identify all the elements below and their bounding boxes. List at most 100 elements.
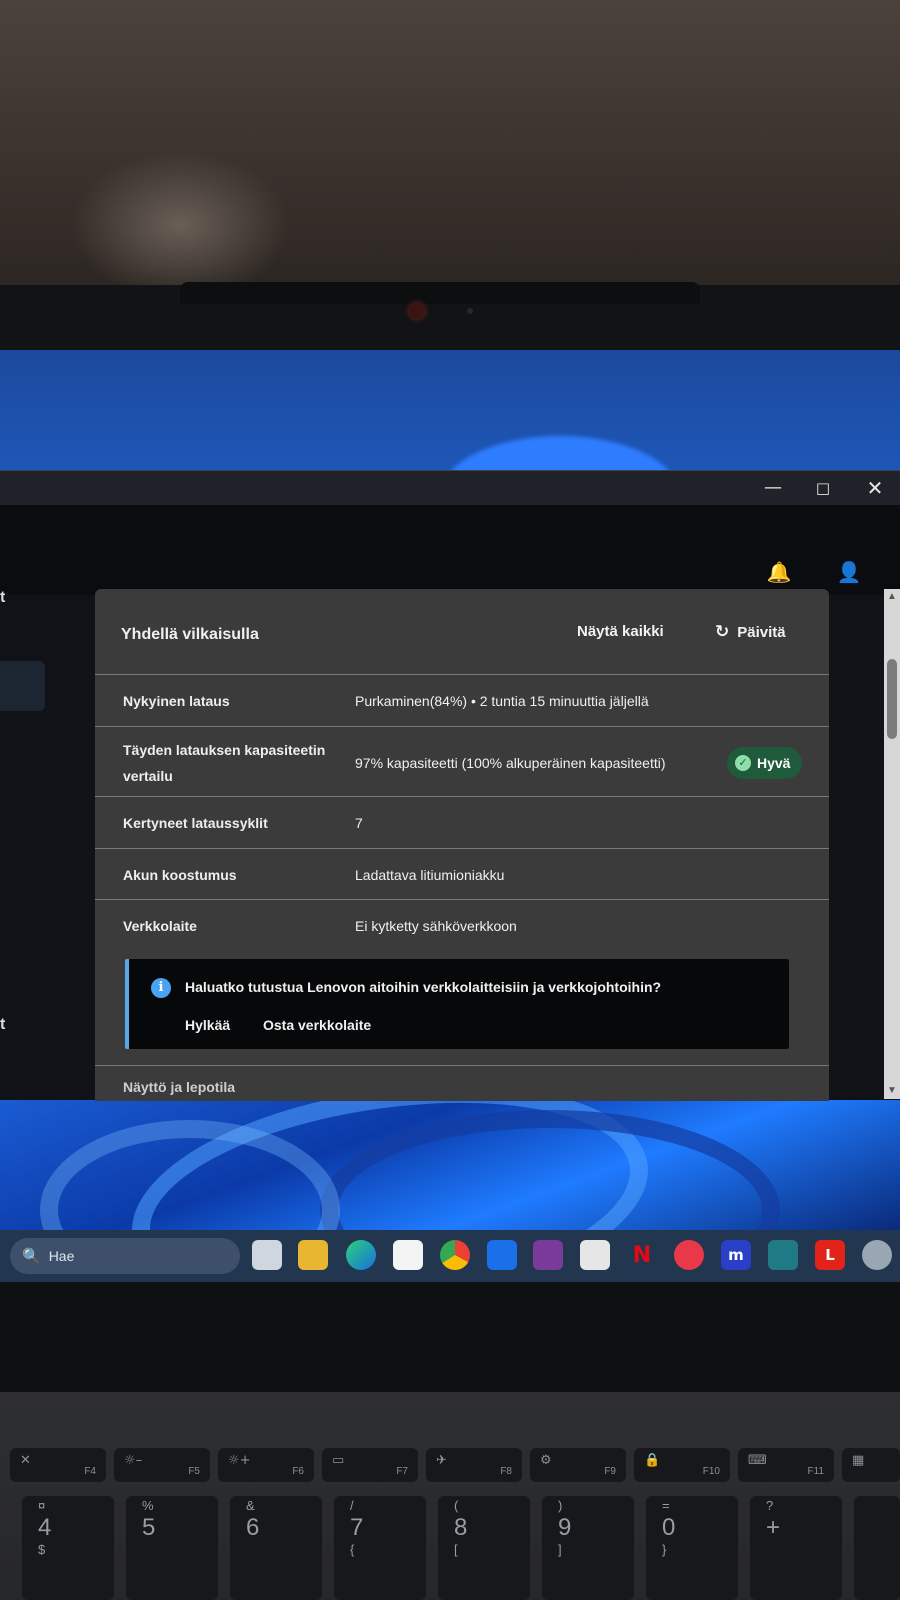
key-symbol: ( xyxy=(454,1498,459,1513)
mic-mute-icon: ✕ xyxy=(20,1453,31,1468)
row-label: Verkkolaite xyxy=(123,918,197,934)
keyboard-icon: ⌨ xyxy=(748,1453,767,1468)
close-icon[interactable]: ✕ xyxy=(862,475,888,501)
row-label: Akun koostumus xyxy=(123,867,237,883)
app-icon[interactable] xyxy=(580,1240,610,1270)
maximize-icon[interactable]: □ xyxy=(810,475,836,501)
key-f5[interactable]: ☼– F5 xyxy=(114,1448,210,1482)
row-value: Ladattava litiumioniakku xyxy=(355,867,505,883)
show-all-link[interactable]: Näytä kaikki xyxy=(577,623,664,640)
search-box[interactable]: 🔍 Hae xyxy=(10,1238,240,1274)
wallpaper-top xyxy=(0,350,900,470)
key-f7[interactable]: ▭ F7 xyxy=(322,1448,418,1482)
key-label: F7 xyxy=(396,1466,408,1477)
key-label: F5 xyxy=(188,1466,200,1477)
divider xyxy=(95,1065,829,1066)
keyboard-deck: ✕ F4 ☼– F5 ☼+ F6 ▭ F7 ✈ F8 ⚙ F9 🔒 F10 ⌨ … xyxy=(0,1392,900,1600)
airplane-icon: ✈ xyxy=(436,1453,447,1468)
refresh-icon: ↻ xyxy=(715,622,730,642)
file-explorer-icon[interactable] xyxy=(298,1240,328,1270)
reject-button[interactable]: Hylkää xyxy=(185,1017,230,1033)
buy-adapter-button[interactable]: Osta verkkolaite xyxy=(263,1017,371,1033)
card-header: Yhdellä vilkaisulla Näytä kaikki ↻ Päivi… xyxy=(95,589,829,675)
next-section-title[interactable]: Näyttö ja lepotila xyxy=(123,1079,235,1095)
sidebar-heading-fragment: t xyxy=(0,589,6,606)
settings-icon[interactable] xyxy=(862,1240,892,1270)
brightness-down-icon: ☼– xyxy=(124,1453,143,1468)
lenovo-vantage-window: — □ ✕ 🔔 👤 t t Yhdellä vilkaisulla Näytä … xyxy=(0,470,900,1101)
user-icon[interactable]: 👤 xyxy=(836,559,862,585)
search-placeholder: Hae xyxy=(48,1248,75,1264)
scroll-thumb[interactable] xyxy=(887,659,897,739)
disney-icon[interactable] xyxy=(768,1240,798,1270)
lock-icon: 🔒 xyxy=(644,1453,661,1468)
key-number: 5 xyxy=(142,1514,156,1541)
row-label: Kertyneet lataussyklit xyxy=(123,815,268,831)
status-badge: ✓ Hyvä xyxy=(727,747,803,779)
row-charge-cycles: Kertyneet lataussyklit 7 xyxy=(95,797,829,849)
gear-icon: ⚙ xyxy=(540,1453,552,1468)
sensor-icon xyxy=(467,308,473,314)
key-symbol: & xyxy=(246,1498,255,1513)
refresh-label: Päivitä xyxy=(737,623,786,641)
key-symbol: / xyxy=(350,1498,354,1513)
key-6[interactable]: & 6 xyxy=(230,1496,322,1600)
laptop-bezel-notch xyxy=(180,282,700,304)
row-label: Nykyinen lataus xyxy=(123,693,230,709)
key-f8[interactable]: ✈ F8 xyxy=(426,1448,522,1482)
key-9[interactable]: ) 9 ] xyxy=(542,1496,634,1600)
sidebar-item-active[interactable] xyxy=(0,661,45,711)
key-0[interactable]: = 0 } xyxy=(646,1496,738,1600)
info-icon: i xyxy=(151,978,171,998)
key-label: F10 xyxy=(702,1466,720,1477)
minimize-icon[interactable]: — xyxy=(760,475,786,501)
key-symbol: [ xyxy=(454,1542,458,1557)
key-calculator[interactable]: ▦ xyxy=(842,1448,900,1482)
task-view-icon[interactable] xyxy=(252,1240,282,1270)
app-header: 🔔 👤 xyxy=(0,505,900,595)
key-f10[interactable]: 🔒 F10 xyxy=(634,1448,730,1482)
key-f4[interactable]: ✕ F4 xyxy=(10,1448,106,1482)
app-icon[interactable]: m xyxy=(721,1240,751,1270)
status-badge-label: Hyvä xyxy=(757,755,791,771)
app-icon[interactable] xyxy=(674,1240,704,1270)
row-battery-composition: Akun koostumus Ladattava litiumioniakku xyxy=(95,849,829,900)
row-value: 97% kapasiteetti (100% alkuperäinen kapa… xyxy=(355,755,666,771)
key-edge[interactable] xyxy=(854,1496,900,1600)
lenovo-vantage-icon[interactable]: L xyxy=(815,1240,845,1270)
check-circle-icon: ✓ xyxy=(735,755,751,771)
adapter-notice: i Haluatko tutustua Lenovon aitoihin ver… xyxy=(125,959,789,1049)
chrome-icon[interactable] xyxy=(440,1240,470,1270)
key-f9[interactable]: ⚙ F9 xyxy=(530,1448,626,1482)
scrollbar[interactable]: ▲ ▼ xyxy=(884,589,900,1099)
row-label: Täyden latauksen kapasiteetin vertailu xyxy=(123,742,326,784)
bell-icon[interactable]: 🔔 xyxy=(766,559,792,585)
refresh-button[interactable]: ↻ Päivitä xyxy=(715,622,786,642)
edge-icon[interactable] xyxy=(346,1240,376,1270)
key-f6[interactable]: ☼+ F6 xyxy=(218,1448,314,1482)
scroll-down-icon[interactable]: ▼ xyxy=(886,1085,898,1097)
key-number: 4 xyxy=(38,1514,52,1541)
store-icon[interactable] xyxy=(393,1240,423,1270)
key-f11[interactable]: ⌨ F11 xyxy=(738,1448,834,1482)
key-label: F9 xyxy=(604,1466,616,1477)
row-full-charge-capacity: Täyden latauksen kapasiteetin vertailu 9… xyxy=(95,727,829,797)
search-icon: 🔍 xyxy=(22,1247,41,1265)
window-titlebar[interactable]: — □ ✕ xyxy=(0,471,900,505)
at-a-glance-card: Yhdellä vilkaisulla Näytä kaikki ↻ Päivi… xyxy=(95,589,829,1101)
netflix-icon[interactable]: N xyxy=(627,1240,657,1270)
row-value: Purkaminen(84%) • 2 tuntia 15 minuuttia … xyxy=(355,693,649,709)
key-number: 7 xyxy=(350,1514,364,1541)
key-number: 6 xyxy=(246,1514,260,1541)
key-label: F11 xyxy=(807,1466,825,1477)
app-icon[interactable] xyxy=(533,1240,563,1270)
scroll-up-icon[interactable]: ▲ xyxy=(886,591,898,603)
dropbox-icon[interactable] xyxy=(487,1240,517,1270)
webcam-icon xyxy=(409,303,425,319)
key-4[interactable]: ¤ 4 $ xyxy=(22,1496,114,1600)
key-plus[interactable]: ? + xyxy=(750,1496,842,1600)
key-7[interactable]: / 7 { xyxy=(334,1496,426,1600)
key-label: F4 xyxy=(84,1466,96,1477)
key-8[interactable]: ( 8 [ xyxy=(438,1496,530,1600)
key-5[interactable]: % 5 xyxy=(126,1496,218,1600)
